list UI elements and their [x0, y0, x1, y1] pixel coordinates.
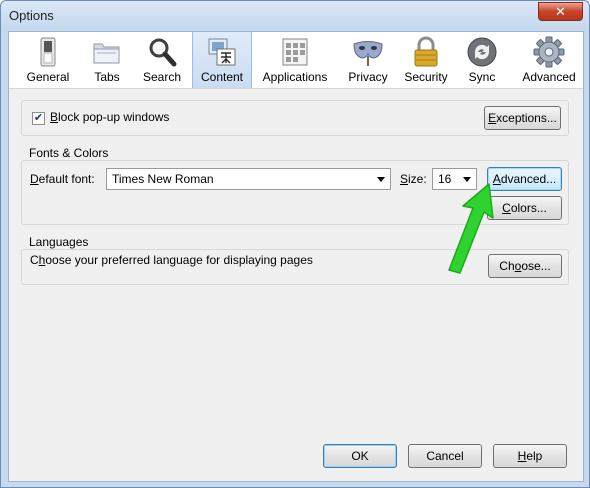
gear-icon — [533, 36, 565, 68]
choose-accel: o — [514, 259, 522, 273]
size-label-rest: ize: — [408, 172, 427, 186]
block-popups-label-rest: lock pop-up windows — [58, 110, 170, 124]
annotation-arrow-icon — [448, 183, 494, 274]
content-page-icon — [208, 38, 236, 66]
mask-icon — [353, 41, 383, 66]
category-toolbar: General Tabs Search Content Applications… — [9, 32, 583, 89]
help-label: elp — [526, 449, 543, 463]
options-window: Options ✕ General Tabs Search Content Ap… — [0, 0, 590, 488]
popups-group: ✔ Block pop-up windows Exceptions... — [21, 100, 569, 136]
tab-content[interactable]: Content — [192, 32, 252, 88]
close-button[interactable]: ✕ — [538, 2, 583, 21]
sync-icon — [467, 37, 497, 67]
help-accel: H — [517, 449, 527, 463]
checkmark-icon: ✔ — [33, 112, 44, 124]
colors-label: olors... — [510, 201, 547, 215]
tab-content-label: Content — [200, 70, 244, 84]
fonts-colors-heading: Fonts & Colors — [29, 146, 109, 160]
tab-general-label: General — [26, 70, 70, 84]
size-label: Size: — [400, 172, 427, 186]
advanced-label: dvanced... — [500, 172, 557, 186]
ok-button[interactable]: OK — [323, 444, 397, 468]
choose-label: ose... — [521, 259, 551, 273]
cancel-button[interactable]: Cancel — [408, 444, 482, 468]
tab-search[interactable]: Search — [137, 32, 187, 88]
default-font-label: Default font: — [30, 172, 95, 186]
tab-advanced-label: Advanced — [522, 70, 576, 84]
tab-sync[interactable]: Sync — [459, 32, 505, 88]
dialog-client-area: General Tabs Search Content Applications… — [8, 31, 584, 482]
default-font-accel: D — [30, 172, 39, 186]
block-popups-checkbox[interactable]: ✔ — [32, 112, 45, 125]
folders-icon — [93, 43, 120, 64]
default-font-select[interactable]: Times New Roman — [106, 168, 391, 190]
window-title: Options — [9, 8, 54, 23]
magnifier-icon — [149, 38, 177, 67]
exceptions-accel: E — [488, 111, 497, 125]
size-accel: S — [400, 172, 409, 186]
exceptions-button[interactable]: Exceptions... — [484, 106, 561, 130]
colors-accel: C — [502, 201, 511, 215]
tab-privacy-label: Privacy — [348, 70, 388, 84]
tab-applications-label: Applications — [262, 70, 328, 84]
block-popups-accel: B — [50, 110, 59, 124]
tab-applications[interactable]: Applications — [257, 32, 333, 88]
tab-tabs-label: Tabs — [94, 70, 120, 84]
applications-icon — [282, 38, 308, 66]
tab-security-label: Security — [404, 70, 448, 84]
tab-general[interactable]: General — [12, 32, 84, 88]
tab-sync-label: Sync — [468, 70, 496, 84]
block-popups-label[interactable]: Block pop-up windows — [50, 110, 169, 124]
chevron-down-icon — [377, 177, 385, 182]
default-font-value: Times New Roman — [112, 172, 214, 186]
tab-privacy[interactable]: Privacy — [340, 32, 396, 88]
title-bar[interactable]: Options ✕ — [1, 1, 589, 31]
default-font-label-rest: efault font: — [38, 172, 95, 186]
tab-tabs[interactable]: Tabs — [85, 32, 129, 88]
close-icon: ✕ — [555, 3, 566, 19]
ok-label: OK — [351, 449, 369, 463]
languages-description-rest: oose your preferred language for display… — [45, 253, 313, 267]
tab-security[interactable]: Security — [402, 32, 450, 88]
languages-description: Choose your preferred language for displ… — [30, 253, 313, 267]
tab-search-label: Search — [142, 70, 182, 84]
tab-advanced[interactable]: Advanced — [517, 32, 581, 88]
cancel-label: Cancel — [426, 449, 464, 463]
help-button[interactable]: Help — [493, 444, 567, 468]
switch-icon — [40, 37, 56, 67]
exceptions-label: xceptions... — [496, 111, 557, 125]
languages-heading: Languages — [29, 235, 89, 249]
padlock-icon — [414, 36, 438, 67]
languages-description-pre: C — [30, 253, 39, 267]
